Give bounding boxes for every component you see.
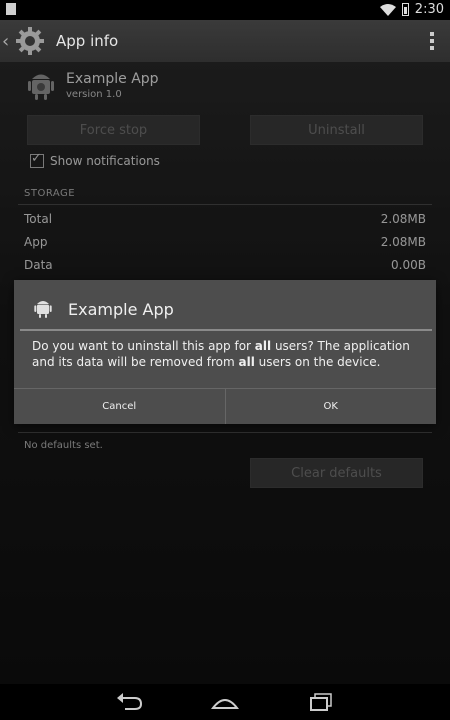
home-icon[interactable]: [211, 692, 239, 712]
navigation-bar: [0, 684, 450, 720]
dialog-title: Example App: [68, 300, 174, 319]
status-bar: 2:30: [0, 0, 450, 20]
ok-button[interactable]: OK: [226, 389, 437, 424]
dialog-message-bold: all: [238, 355, 255, 369]
dialog-message-part: users on the device.: [254, 355, 381, 369]
dialog-title-divider: [20, 329, 432, 331]
page-title: App info: [56, 32, 119, 50]
android-icon: [34, 301, 52, 318]
action-bar: ‹ App info: [0, 20, 450, 62]
cancel-button[interactable]: Cancel: [14, 389, 225, 424]
dialog-message-bold: all: [254, 339, 272, 353]
dialog-message-part: Do you want to uninstall this app for: [32, 339, 255, 353]
wifi-icon: [379, 3, 396, 16]
notification-icon: [6, 3, 16, 15]
up-caret-icon[interactable]: ‹: [2, 31, 12, 52]
back-icon[interactable]: [115, 692, 143, 712]
gear-icon[interactable]: [14, 25, 46, 57]
dialog-button-bar: Cancel OK: [14, 388, 436, 424]
recents-icon[interactable]: [307, 692, 335, 712]
uninstall-dialog: Example App Do you want to uninstall thi…: [14, 280, 436, 424]
dialog-message: Do you want to uninstall this app for al…: [32, 338, 422, 370]
battery-icon: [401, 3, 409, 16]
status-time: 2:30: [414, 2, 444, 17]
overflow-menu-icon[interactable]: [430, 32, 434, 50]
